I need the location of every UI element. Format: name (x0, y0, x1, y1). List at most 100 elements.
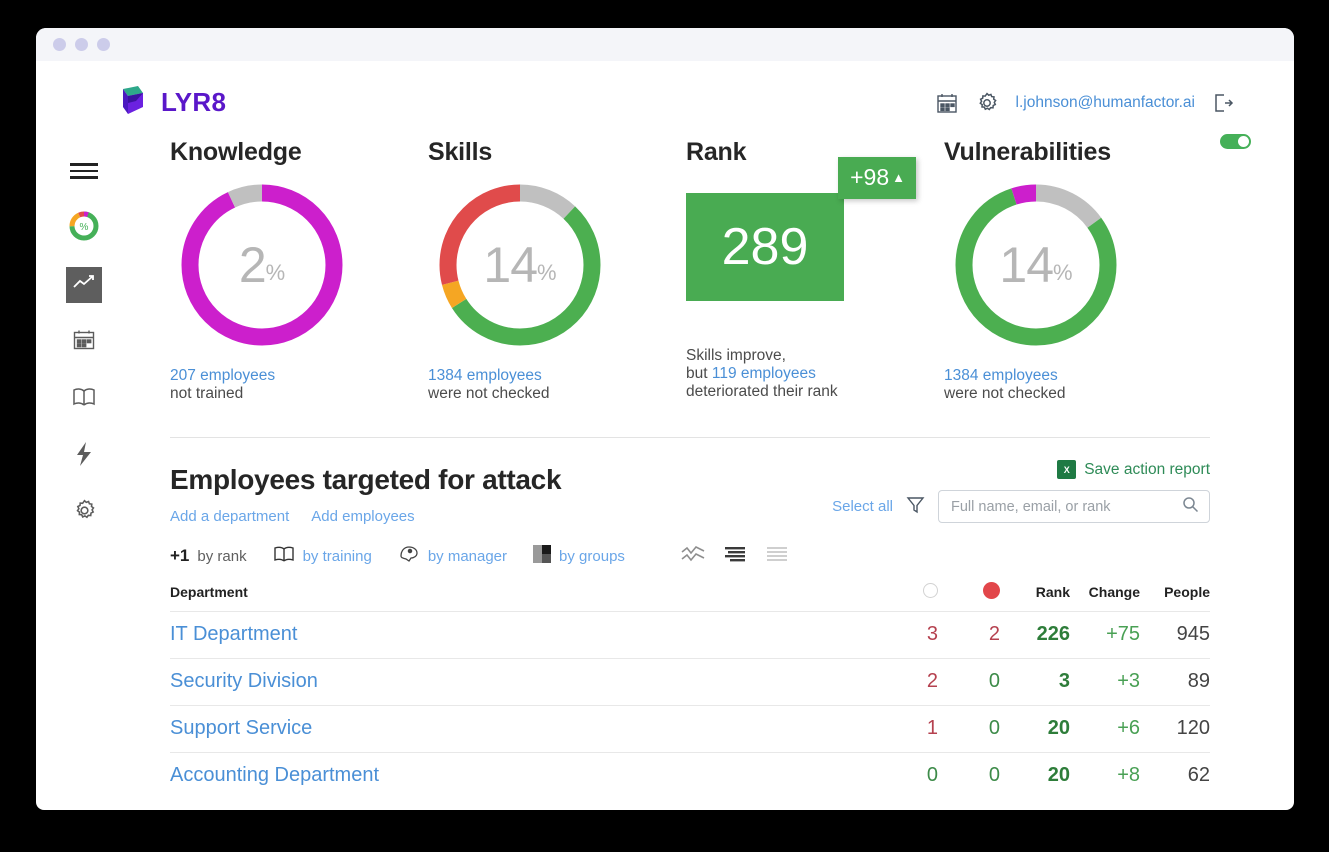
user-email[interactable]: l.johnson@humanfactor.ai (1016, 94, 1195, 112)
metric-knowledge: Knowledge 2 % 207 employees not trained (170, 138, 428, 403)
window-maximize-dot[interactable] (97, 38, 110, 51)
search-input[interactable] (951, 498, 1182, 515)
donut-center-label: 14 % (952, 181, 1120, 349)
book-icon (273, 545, 295, 568)
column-department[interactable]: Department (170, 582, 876, 612)
cell-critical: 0 (988, 764, 1000, 787)
metric-vulnerabilities: Vulnerabilities 14 % 1384 employees were… (944, 138, 1202, 403)
metric-caption-rest: were not checked (944, 385, 1066, 403)
rank-change-value: +98 (850, 164, 890, 190)
metric-unit: % (537, 260, 557, 285)
metric-caption-link[interactable]: 1384 employees (428, 367, 542, 384)
table-row[interactable]: Security Division 2 0 3 +3 89 (170, 658, 1210, 706)
funnel-icon[interactable] (906, 495, 925, 519)
cell-change: +75 (1106, 623, 1140, 646)
filter-bar: Select all (832, 490, 1210, 524)
metric-caption-link[interactable]: 1384 employees (944, 367, 1058, 384)
group-by-groups[interactable]: by groups (533, 544, 625, 568)
metric-caption-rest: were not checked (428, 385, 550, 403)
sparkline-view-icon[interactable] (681, 545, 705, 568)
column-critical[interactable] (938, 582, 1000, 612)
group-by-groups-label: by groups (559, 547, 625, 565)
search-icon[interactable] (1182, 496, 1199, 518)
calendar-icon[interactable] (936, 92, 958, 114)
circle-red-icon (983, 582, 1000, 600)
window-minimize-dot[interactable] (75, 38, 88, 51)
cell-alerts: 1 (926, 717, 938, 740)
brand-name: LYR8 (161, 87, 227, 117)
cell-critical: 0 (988, 717, 1000, 740)
department-link[interactable]: Accounting Department (170, 764, 379, 786)
metric-caption: Skills improve, but 119 employees deteri… (686, 347, 944, 401)
search-box[interactable] (938, 490, 1210, 524)
skills-donut-chart: 14 % (436, 181, 604, 349)
metric-value: 14 (999, 237, 1054, 293)
cell-critical: 2 (988, 623, 1000, 646)
cell-department[interactable]: IT Department (170, 612, 876, 659)
add-employees-link[interactable]: Add employees (311, 508, 414, 525)
app-window: LYR8 l.johnson@humanfactor.ai % Knowledg… (36, 28, 1294, 810)
metric-unit: % (1053, 260, 1073, 285)
cell-department[interactable]: Accounting Department (170, 753, 876, 800)
department-link[interactable]: Security Division (170, 670, 318, 692)
window-close-dot[interactable] (53, 38, 66, 51)
cell-rank: 20 (1047, 717, 1070, 740)
cell-critical: 0 (988, 670, 1000, 693)
logout-icon[interactable] (1212, 92, 1234, 114)
brand[interactable]: LYR8 (116, 83, 226, 122)
table-row[interactable]: IT Department 3 2 226 +75 945 (170, 611, 1210, 659)
cell-people: 120 (1176, 717, 1210, 740)
knowledge-donut-chart: 2 % (178, 181, 346, 349)
table-row[interactable]: Support Service 1 0 20 +6 120 (170, 705, 1210, 753)
bars-light-view-icon[interactable] (765, 545, 789, 568)
header-actions: l.johnson@humanfactor.ai (936, 91, 1234, 115)
column-alerts[interactable] (876, 582, 938, 612)
cell-alerts: 3 (926, 623, 938, 646)
vulnerabilities-donut-chart: 14 % (952, 181, 1120, 349)
excel-icon: X (1057, 460, 1077, 480)
gear-icon[interactable] (975, 91, 999, 115)
employees-section: Employees targeted for attack Add a depa… (36, 438, 1294, 799)
metric-title: Vulnerabilities (944, 138, 1111, 166)
department-link[interactable]: IT Department (170, 623, 297, 645)
metric-title: Skills (428, 138, 493, 166)
cell-change: +3 (1117, 670, 1140, 693)
rank-change-badge: +98 ▲ (838, 157, 916, 199)
metric-value: 2 (238, 237, 267, 293)
donut-center-label: 2 % (178, 181, 346, 349)
add-department-link[interactable]: Add a department (170, 508, 289, 525)
metric-caption: 1384 employees were not checked (944, 367, 1202, 403)
cell-department[interactable]: Support Service (170, 706, 876, 753)
group-by-manager-label: by manager (427, 547, 508, 565)
metric-rank: Rank 289 +98 ▲ Skills improve, but 119 e… (686, 138, 944, 403)
column-rank[interactable]: Rank (1000, 582, 1070, 612)
department-link[interactable]: Support Service (170, 717, 312, 739)
cell-rank: 20 (1047, 764, 1070, 787)
column-change[interactable]: Change (1070, 582, 1140, 612)
app-body: LYR8 l.johnson@humanfactor.ai % Knowledg… (36, 61, 1294, 810)
save-action-report-button[interactable]: X Save action report (1057, 460, 1210, 480)
group-by-training[interactable]: by training (273, 545, 372, 568)
departments-table: Department Rank Change People IT Departm… (170, 582, 1210, 799)
group-by-rank[interactable]: +1 by rank (170, 546, 247, 566)
vulnerabilities-toggle[interactable] (1220, 134, 1251, 149)
group-by-manager[interactable]: by manager (398, 544, 507, 568)
column-people[interactable]: People (1140, 582, 1210, 612)
bars-dark-view-icon[interactable] (723, 545, 747, 568)
cell-department[interactable]: Security Division (170, 659, 876, 706)
cell-change: +8 (1117, 764, 1140, 787)
metric-caption-rest: deteriorated their rank (686, 383, 838, 401)
group-by-bar: +1 by rank by training by manager by gro… (170, 544, 1210, 568)
metric-caption-link[interactable]: 119 employees (712, 365, 816, 382)
view-mode-icons (681, 545, 789, 568)
table-header-row: Department Rank Change People (170, 582, 1210, 612)
group-by-rank-label: by rank (197, 547, 247, 565)
circle-outline-icon (923, 583, 938, 599)
table-row[interactable]: Accounting Department 0 0 20 +8 62 (170, 752, 1210, 800)
manager-icon (398, 544, 420, 568)
metric-caption-link[interactable]: 207 employees (170, 367, 275, 384)
metric-title: Knowledge (170, 138, 302, 166)
save-action-report-label: Save action report (1084, 460, 1210, 478)
lyr8-logo-icon (116, 83, 150, 122)
select-all-link[interactable]: Select all (832, 498, 893, 515)
